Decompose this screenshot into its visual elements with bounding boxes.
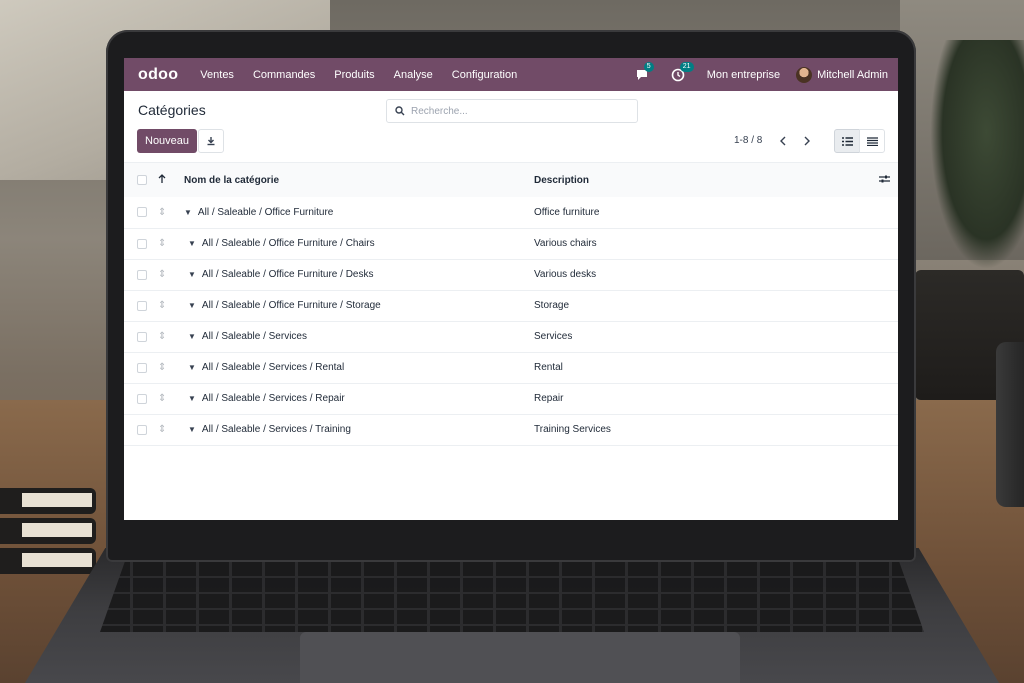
table-row[interactable]: ⇕ ▼ All / Saleable / Services / Rental Rent…: [124, 352, 898, 383]
category-description: Various chairs: [534, 238, 597, 249]
chevron-left-icon: [780, 136, 786, 146]
category-description: Office furniture: [534, 206, 600, 218]
pager-next-button[interactable]: [797, 131, 817, 151]
laptop-screen: odoo Ventes Commandes Produits Analyse C…: [124, 58, 898, 520]
category-description: Storage: [534, 300, 570, 311]
company-switcher[interactable]: Mon entreprise: [707, 69, 780, 81]
drag-handle-icon[interactable]: ⇕: [158, 197, 184, 228]
activities-button[interactable]: 21: [671, 61, 694, 82]
drag-handle-icon[interactable]: ⇕: [158, 352, 184, 383]
sort-handle-icon[interactable]: [158, 163, 184, 197]
top-navbar: odoo Ventes Commandes Produits Analyse C…: [124, 58, 898, 91]
chevron-down-icon[interactable]: ▼: [188, 301, 196, 310]
row-checkbox[interactable]: [137, 424, 147, 435]
category-description: Rental: [534, 362, 563, 373]
column-header-name[interactable]: Nom de la catégorie: [184, 163, 534, 197]
messages-badge: 5: [643, 61, 654, 72]
row-checkbox[interactable]: [137, 238, 147, 249]
page-title: Catégories: [138, 102, 206, 118]
new-button[interactable]: Nouveau: [137, 129, 198, 153]
arrow-up-icon: [158, 173, 166, 183]
table-row[interactable]: ⇕ ▼ All / Saleable / Office Furniture / Ch…: [124, 228, 898, 259]
menu-ventes[interactable]: Ventes: [200, 69, 234, 81]
book-stack: [0, 488, 100, 588]
row-checkbox[interactable]: [137, 269, 147, 280]
chevron-right-icon: [804, 136, 810, 146]
table-row[interactable]: ⇕ ▼ All / Saleable / Office Furniture Offic…: [124, 197, 898, 228]
avatar: [796, 66, 813, 83]
menu-analyse[interactable]: Analyse: [394, 69, 433, 81]
mug: [996, 342, 1024, 507]
list-view-button[interactable]: [834, 129, 860, 153]
optional-columns-button[interactable]: [870, 163, 898, 197]
select-all-checkbox[interactable]: [137, 175, 147, 185]
table-row[interactable]: ⇕ ▼ All / Saleable / Services / Repair Repa…: [124, 383, 898, 414]
drag-handle-icon[interactable]: ⇕: [158, 321, 184, 352]
chevron-down-icon[interactable]: ▼: [188, 332, 196, 341]
laptop-keyboard: [100, 562, 924, 632]
table-row[interactable]: ⇕ ▼ All / Saleable / Services Services: [124, 321, 898, 352]
category-name: All / Saleable / Office Furniture / Chai…: [201, 238, 375, 249]
chevron-down-icon[interactable]: ▼: [184, 208, 192, 217]
table-header-row: Nom de la catégorie Description: [124, 163, 898, 197]
chevron-down-icon[interactable]: ▼: [188, 363, 196, 372]
table-row[interactable]: ⇕ ▼ All / Saleable / Services / Training Tr…: [124, 414, 898, 445]
category-name: All / Saleable / Office Furniture / Stor…: [201, 300, 381, 311]
category-name: All / Saleable / Office Furniture: [197, 206, 334, 218]
menu-produits[interactable]: Produits: [334, 69, 374, 81]
download-icon: [207, 137, 215, 146]
drag-handle-icon[interactable]: ⇕: [158, 414, 184, 445]
chevron-down-icon[interactable]: ▼: [188, 239, 196, 248]
kanban-view-button[interactable]: [859, 129, 885, 153]
table-row[interactable]: ⇕ ▼ All / Saleable / Office Furniture / St…: [124, 290, 898, 321]
drag-handle-icon[interactable]: ⇕: [158, 228, 184, 259]
search-icon: [395, 106, 405, 116]
laptop-trackpad: [300, 632, 740, 683]
category-description: Repair: [534, 393, 564, 404]
download-button[interactable]: [198, 129, 224, 153]
pager-value[interactable]: 1-8 / 8: [734, 135, 762, 146]
category-description: Training Services: [534, 424, 611, 435]
background-plant: [930, 40, 1024, 270]
chevron-down-icon[interactable]: ▼: [188, 394, 196, 403]
category-name: All / Saleable / Services / Training: [201, 424, 351, 435]
row-checkbox[interactable]: [137, 331, 147, 342]
row-checkbox[interactable]: [137, 207, 147, 218]
list-view-icon: [841, 136, 853, 146]
row-checkbox[interactable]: [137, 362, 147, 373]
book: [0, 488, 96, 514]
table-row[interactable]: ⇕ ▼ All / Saleable / Office Furniture / De…: [124, 259, 898, 290]
activities-badge: 21: [679, 61, 694, 72]
category-name: All / Saleable / Services: [201, 331, 307, 342]
sliders-icon: [878, 175, 890, 182]
row-checkbox[interactable]: [137, 300, 147, 311]
rows-icon: [866, 136, 878, 146]
column-header-description[interactable]: Description: [534, 163, 870, 197]
book: [0, 548, 96, 574]
control-panel: Catégories Recherche... Nouveau 1-8 / 8: [124, 91, 898, 163]
category-name: All / Saleable / Services / Repair: [201, 393, 345, 404]
chevron-down-icon[interactable]: ▼: [188, 270, 196, 279]
book: [0, 518, 96, 544]
row-checkbox[interactable]: [137, 393, 147, 404]
categories-table: Nom de la catégorie Description ⇕ ▼ All / …: [124, 163, 898, 446]
menu-commandes[interactable]: Commandes: [253, 69, 315, 81]
user-menu[interactable]: Mitchell Admin: [796, 66, 888, 83]
chevron-down-icon[interactable]: ▼: [188, 425, 196, 434]
category-name: All / Saleable / Office Furniture / Desk…: [201, 269, 374, 280]
search-placeholder: Recherche...: [411, 105, 468, 117]
category-description: Various desks: [534, 269, 597, 280]
drag-handle-icon[interactable]: ⇕: [158, 290, 184, 321]
search-input[interactable]: Recherche...: [386, 99, 638, 123]
odoo-logo[interactable]: odoo: [138, 66, 178, 84]
pager-previous-button[interactable]: [773, 131, 793, 151]
messages-button[interactable]: 5: [635, 61, 654, 82]
drag-handle-icon[interactable]: ⇕: [158, 383, 184, 414]
menu-configuration[interactable]: Configuration: [452, 69, 517, 81]
category-name: All / Saleable / Services / Rental: [201, 362, 345, 373]
drag-handle-icon[interactable]: ⇕: [158, 259, 184, 290]
user-name: Mitchell Admin: [817, 68, 888, 81]
category-description: Services: [534, 331, 573, 342]
